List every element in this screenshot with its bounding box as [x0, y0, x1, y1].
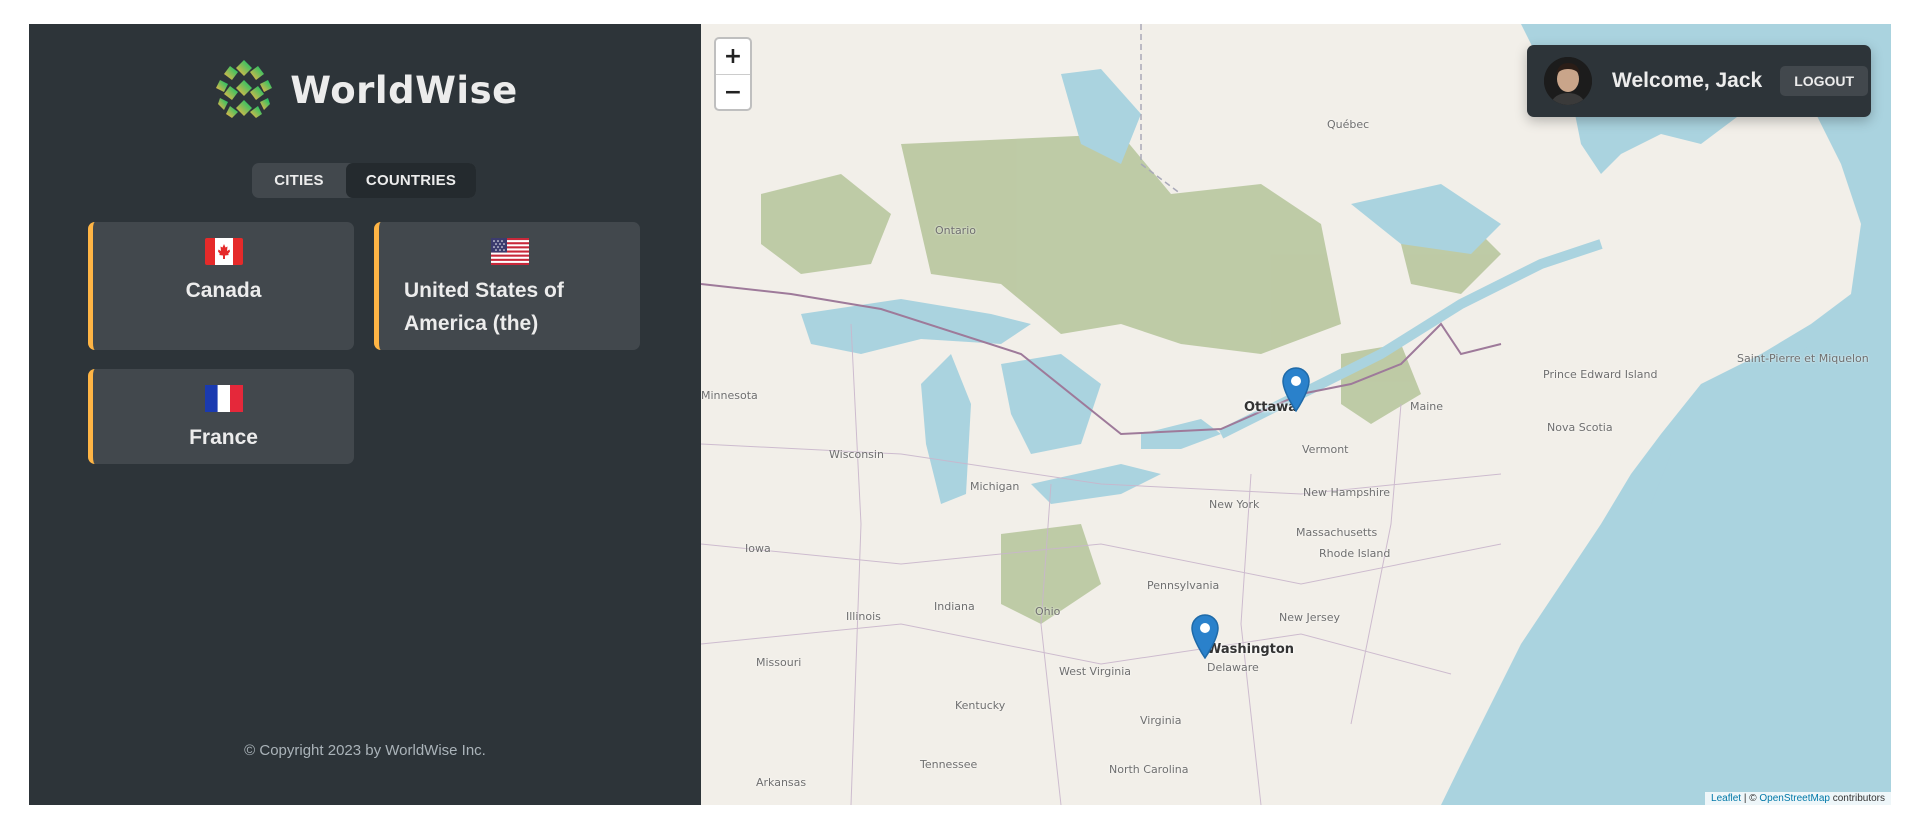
region-label: Prince Edward Island: [1543, 368, 1658, 381]
logo[interactable]: WorldWise: [29, 58, 701, 122]
region-label: Arkansas: [756, 776, 807, 789]
region-label: West Virginia: [1059, 665, 1132, 678]
country-name: Canada: [185, 279, 262, 302]
region-label: North Carolina: [1109, 763, 1189, 776]
region-label: Wisconsin: [829, 448, 884, 461]
country-card-usa[interactable]: United States of America (the): [374, 222, 640, 350]
region-label: Tennessee: [920, 758, 978, 771]
region-label: Québec: [1327, 118, 1370, 131]
user-panel: Welcome, Jack LOGOUT: [1527, 45, 1871, 117]
region-label: Saint-Pierre et Miquelon: [1737, 352, 1869, 365]
zoom-in-button[interactable]: +: [716, 39, 750, 74]
region-label: Illinois: [846, 610, 881, 623]
region-label: Indiana: [934, 600, 975, 613]
sidebar: WorldWise CITIES COUNTRIES Canada United…: [29, 24, 701, 805]
user-photo-icon: [1544, 57, 1592, 105]
region-label: Maine: [1410, 400, 1444, 413]
region-label: Iowa: [745, 542, 771, 555]
region-label: Virginia: [1140, 714, 1182, 727]
france-flag-icon: [204, 385, 243, 412]
region-label: Delaware: [1207, 661, 1259, 674]
region-label: Nova Scotia: [1547, 421, 1613, 434]
map-container[interactable]: + − Québec Ontario Minnesota Wisconsin M…: [701, 24, 1891, 805]
zoom-control: + −: [714, 37, 752, 111]
tab-cities[interactable]: CITIES: [252, 163, 346, 198]
tab-bar: CITIES COUNTRIES: [252, 163, 476, 198]
tab-countries[interactable]: COUNTRIES: [346, 163, 476, 198]
region-label: Minnesota: [701, 389, 758, 402]
leaflet-link[interactable]: Leaflet: [1711, 793, 1741, 804]
welcome-text: Welcome, Jack: [1612, 69, 1763, 92]
region-label: Missouri: [756, 656, 802, 669]
region-label: Ontario: [935, 224, 976, 237]
country-name: United States of America (the): [404, 279, 564, 335]
copyright-text: © Copyright 2023 by WorldWise Inc.: [244, 742, 486, 759]
osm-link[interactable]: OpenStreetMap: [1759, 793, 1830, 804]
region-label: Kentucky: [955, 699, 1006, 712]
region-label: Pennsylvania: [1147, 579, 1220, 592]
country-card-canada[interactable]: Canada: [88, 222, 354, 350]
usa-flag-icon: [490, 238, 529, 265]
globe-logo-icon: [216, 60, 273, 118]
map-marker-washington[interactable]: [1190, 613, 1220, 659]
country-name: France: [189, 426, 258, 449]
region-label: Ohio: [1035, 605, 1061, 618]
app-layout: WorldWise CITIES COUNTRIES Canada United…: [29, 24, 1891, 805]
attribution-separator: | ©: [1741, 793, 1760, 804]
city-label-washington: Washington: [1207, 642, 1295, 657]
region-label: Michigan: [970, 480, 1020, 493]
region-label: New Hampshire: [1303, 486, 1391, 499]
canada-flag-icon: [204, 238, 243, 265]
country-card-france[interactable]: France: [88, 369, 354, 464]
region-label: New York: [1209, 498, 1260, 511]
region-label: Vermont: [1302, 443, 1349, 456]
app-name: WorldWise: [290, 68, 518, 112]
map-marker-ottawa[interactable]: [1281, 366, 1311, 412]
logout-button[interactable]: LOGOUT: [1780, 66, 1869, 96]
region-label: Rhode Island: [1319, 547, 1391, 560]
region-label: New Jersey: [1279, 611, 1341, 624]
country-list: Canada United States of America (the) Fr…: [88, 222, 640, 464]
map-attribution: Leaflet | © OpenStreetMap contributors: [1705, 792, 1891, 805]
zoom-out-button[interactable]: −: [716, 74, 750, 109]
region-label: Massachusetts: [1296, 526, 1378, 539]
user-avatar: [1544, 57, 1592, 105]
attribution-suffix: contributors: [1829, 793, 1885, 804]
